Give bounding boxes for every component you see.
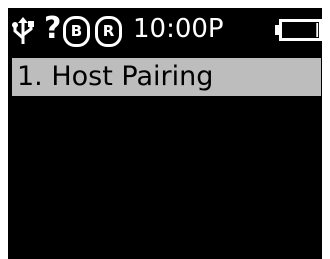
status-bar: ? B R 10:00P (8, 8, 322, 50)
r-badge: R (95, 16, 122, 47)
device-screen: ? B R 10:00P 1. Host Pairing (8, 8, 322, 259)
b-badge: B (63, 16, 90, 47)
menu-item-host-pairing[interactable]: 1. Host Pairing (12, 58, 321, 96)
clock: 10:00P (133, 14, 224, 44)
usb-icon (12, 17, 34, 44)
battery-icon (275, 19, 322, 41)
unknown-status-indicator: ? (44, 11, 62, 46)
